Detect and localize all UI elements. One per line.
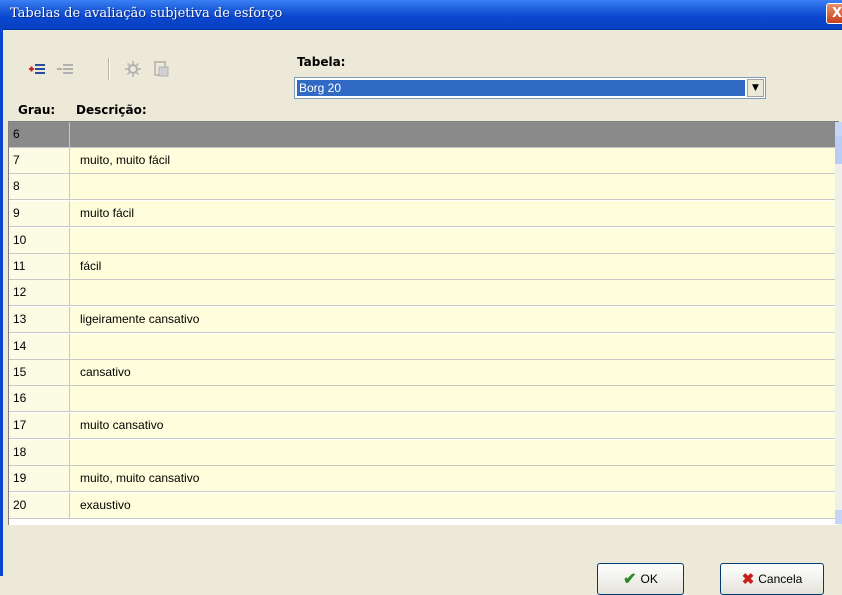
table-row[interactable]: 14 xyxy=(9,334,837,360)
descricao-cell[interactable]: muito fácil xyxy=(70,201,837,226)
table-row[interactable]: 8 xyxy=(9,174,837,200)
scroll-thumb[interactable] xyxy=(835,136,842,164)
table-row[interactable]: 13 ligeiramente cansativo xyxy=(9,307,837,333)
descricao-cell[interactable]: cansativo xyxy=(70,360,837,385)
grau-cell[interactable]: 19 xyxy=(9,466,70,491)
grau-cell[interactable]: 12 xyxy=(9,280,70,305)
descricao-cell[interactable]: exaustivo xyxy=(70,493,837,518)
grau-cell[interactable]: 10 xyxy=(9,228,70,253)
table-row[interactable]: 16 xyxy=(9,386,837,412)
title-bar[interactable]: Tabelas de avaliação subjetiva de esforç… xyxy=(0,0,842,30)
cancel-label: Cancela xyxy=(758,572,803,586)
table-row[interactable]: 15 cansativo xyxy=(9,360,837,386)
grau-cell[interactable]: 18 xyxy=(9,440,70,465)
table-row[interactable]: 7 muito, muito fácil xyxy=(9,148,837,174)
cancel-x-icon: ✖ xyxy=(741,571,755,588)
table-row[interactable]: 10 xyxy=(9,228,837,254)
grau-cell[interactable]: 8 xyxy=(9,174,70,199)
descricao-cell[interactable] xyxy=(70,334,837,359)
descricao-cell[interactable]: fácil xyxy=(70,254,837,279)
descricao-header: Descrição: xyxy=(76,103,147,117)
table-row[interactable]: 20 exaustivo xyxy=(9,493,837,519)
grau-cell[interactable]: 7 xyxy=(9,148,70,173)
table-row[interactable]: 19 muito, muito cansativo xyxy=(9,466,837,492)
close-icon: X xyxy=(831,6,842,21)
grau-cell[interactable]: 15 xyxy=(9,360,70,385)
grades-table[interactable]: 6 7 muito, muito fácil 8 9 muito fácil 10 … xyxy=(8,121,839,525)
add-row-button[interactable] xyxy=(24,56,50,82)
descricao-cell[interactable] xyxy=(70,122,837,147)
settings-button[interactable] xyxy=(120,56,146,82)
tabela-select[interactable]: Borg 20 ▼ xyxy=(294,77,766,99)
toolbar-separator xyxy=(108,58,110,80)
table-row[interactable]: 11 fácil xyxy=(9,254,837,280)
checkmark-icon: ✔ xyxy=(623,571,637,588)
table-row[interactable]: 12 xyxy=(9,280,837,306)
grau-cell[interactable]: 16 xyxy=(9,386,70,411)
grau-cell[interactable]: 11 xyxy=(9,254,70,279)
settings-icon xyxy=(125,61,141,77)
ok-label: OK xyxy=(640,572,658,586)
scroll-down-icon[interactable] xyxy=(835,510,842,524)
descricao-cell[interactable]: muito, muito cansativo xyxy=(70,466,837,491)
chevron-down-icon[interactable]: ▼ xyxy=(747,79,764,97)
ok-button[interactable]: ✔ OK xyxy=(597,563,684,595)
descricao-cell[interactable]: muito cansativo xyxy=(70,413,837,438)
descricao-cell[interactable] xyxy=(70,174,837,199)
grau-cell[interactable]: 6 xyxy=(9,122,70,147)
cancel-button[interactable]: ✖ Cancela xyxy=(720,563,824,595)
grau-cell[interactable]: 17 xyxy=(9,413,70,438)
remove-row-icon xyxy=(57,64,73,74)
table-row[interactable]: 18 xyxy=(9,440,837,466)
descricao-cell[interactable] xyxy=(70,440,837,465)
grau-cell[interactable]: 9 xyxy=(9,201,70,226)
export-button[interactable] xyxy=(148,56,174,82)
tabela-selected-value: Borg 20 xyxy=(297,80,745,96)
tabela-label: Tabela: xyxy=(297,55,346,69)
window-title: Tabelas de avaliação subjetiva de esforç… xyxy=(10,6,283,21)
descricao-cell[interactable]: ligeiramente cansativo xyxy=(70,307,837,332)
table-row[interactable]: 9 muito fácil xyxy=(9,201,837,227)
scroll-up-icon[interactable] xyxy=(835,122,842,136)
grau-cell[interactable]: 14 xyxy=(9,334,70,359)
window-frame xyxy=(0,29,3,576)
close-button[interactable]: X xyxy=(826,3,842,24)
grau-header: Grau: xyxy=(18,103,56,117)
table-row[interactable]: 17 muito cansativo xyxy=(9,413,837,439)
descricao-cell[interactable] xyxy=(70,280,837,305)
add-row-icon xyxy=(29,64,45,74)
grau-cell[interactable]: 20 xyxy=(9,493,70,518)
grau-cell[interactable]: 13 xyxy=(9,307,70,332)
remove-row-button[interactable] xyxy=(52,56,78,82)
descricao-cell[interactable] xyxy=(70,228,837,253)
descricao-cell[interactable] xyxy=(70,386,837,411)
export-icon xyxy=(154,61,169,77)
table-row[interactable]: 6 xyxy=(9,122,837,148)
descricao-cell[interactable]: muito, muito fácil xyxy=(70,148,837,173)
vertical-scrollbar[interactable] xyxy=(835,122,842,524)
toolbar xyxy=(24,56,194,84)
